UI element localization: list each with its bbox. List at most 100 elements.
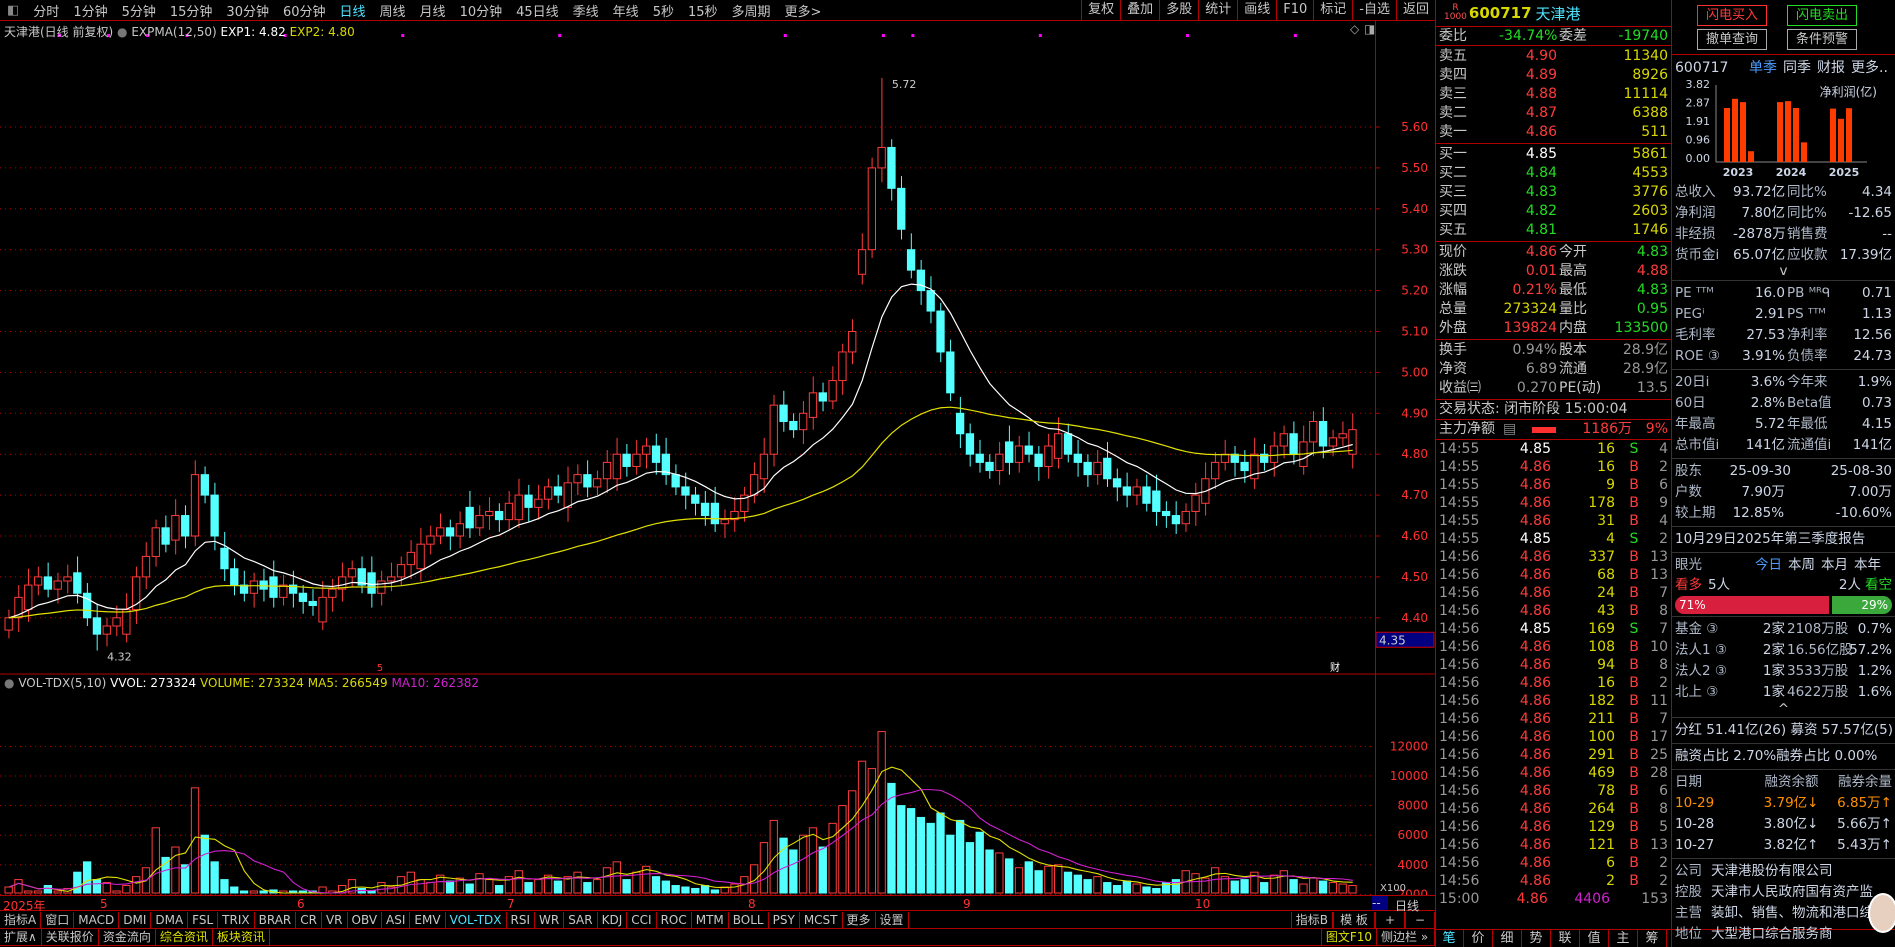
period-tab[interactable]: 60分钟 <box>276 1 333 20</box>
diamond-icon[interactable]: ◇ <box>1350 22 1359 36</box>
collapse-icon[interactable]: ● <box>4 676 14 690</box>
tick-volume: 108 <box>1588 639 1615 655</box>
expand-icon[interactable]: v <box>1780 263 1788 279</box>
period-tab[interactable]: 15秒 <box>681 1 725 20</box>
period-tab[interactable]: 5秒 <box>646 1 681 20</box>
period-tab[interactable]: 1分钟 <box>66 1 114 20</box>
cancel-query-button[interactable]: 撤单查询 <box>1697 29 1767 50</box>
indicator-tab[interactable]: 设置 <box>876 912 909 928</box>
indicator-right-button[interactable]: + <box>1375 912 1405 928</box>
indicator-tab[interactable]: MACD <box>74 912 120 928</box>
mid-tab[interactable]: 主 <box>1609 930 1638 947</box>
kline-chart[interactable]: 5.60 5.50 5.40 5.30 5.20 5.10 5.00 4.90 4.80 4.70… <box>0 21 1435 675</box>
indicator-tab[interactable]: DMA <box>151 912 189 928</box>
volume-chart[interactable]: 12000100008000600040002000X100 <box>0 675 1435 895</box>
indicator-tab[interactable]: EMV <box>410 912 446 928</box>
indicator-tab[interactable]: MTM <box>692 912 729 928</box>
toolbar-button[interactable]: 画线 <box>1237 0 1276 21</box>
period-tab[interactable]: 更多> <box>778 1 829 20</box>
indicator-tab[interactable]: CCI <box>627 912 657 928</box>
panel-toggle-icon[interactable]: ◨ <box>1364 22 1375 36</box>
list-icon[interactable]: ▤ <box>1503 420 1516 439</box>
indicator-tab[interactable]: CR <box>296 912 322 928</box>
mid-tab[interactable]: 价 <box>1464 930 1493 947</box>
toolbar-button[interactable]: 标记 <box>1313 0 1352 21</box>
collapse-icon[interactable]: ^ <box>1778 701 1789 717</box>
period-tab[interactable]: 周线 <box>373 1 413 20</box>
tick-row: 14:56 4.86 24 B 7 <box>1436 584 1671 602</box>
indicator-tab[interactable]: DMI <box>119 912 152 928</box>
collapse-icon[interactable]: ● <box>117 25 127 39</box>
extra-tab[interactable]: 关联报价 <box>42 929 99 945</box>
indicator-name[interactable]: EXPMA(12,50) <box>131 25 216 39</box>
period-tab[interactable]: 15分钟 <box>163 1 220 20</box>
flash-buy-button[interactable]: 闪电买入 <box>1697 5 1767 26</box>
vision-tab[interactable]: 本年 <box>1854 555 1881 576</box>
indicator-tab[interactable]: WR <box>535 912 565 928</box>
side-button[interactable]: 图文F10 <box>1320 929 1377 945</box>
indicator-tab[interactable]: SAR <box>564 912 598 928</box>
indicator-tab[interactable]: RSI <box>507 912 536 928</box>
vision-tab[interactable]: 本月 <box>1821 555 1848 576</box>
toolbar-button[interactable]: 复权 <box>1081 0 1120 21</box>
period-tab[interactable]: 年线 <box>606 1 646 20</box>
indicator-tab[interactable]: 窗口 <box>41 912 75 928</box>
period-tab[interactable]: 5分钟 <box>115 1 163 20</box>
period-tab[interactable]: 月线 <box>413 1 453 20</box>
indicator-tab[interactable]: PSY <box>769 912 800 928</box>
extra-tab[interactable]: 资金流向 <box>99 929 156 945</box>
assistant-avatar[interactable] <box>1868 893 1895 933</box>
mid-tab[interactable]: 细 <box>1493 930 1522 947</box>
extra-tab[interactable]: 板块资讯 <box>213 929 270 945</box>
toolbar-button[interactable]: -自选 <box>1352 0 1396 21</box>
indicator-tab[interactable]: FSL <box>188 912 219 928</box>
period-tab[interactable]: 10分钟 <box>453 1 510 20</box>
fin-tab[interactable]: 单季 <box>1749 58 1777 79</box>
window-toggle-icon[interactable]: ◧ <box>0 3 26 18</box>
mid-tab[interactable]: 值 <box>1580 930 1609 947</box>
tick-list[interactable]: 14:55 4.85 16 S 4 14:55 4.86 16 B 2 14:55 4.86 9 B 6 14… <box>1436 440 1671 908</box>
indicator-tab[interactable]: VOL-TDX <box>446 912 507 928</box>
period-tab[interactable]: 多周期 <box>725 1 778 20</box>
indicator-tab[interactable]: BRAR <box>255 912 297 928</box>
toolbar-button[interactable]: 叠加 <box>1120 0 1159 21</box>
period-tab[interactable]: 季线 <box>566 1 606 20</box>
mid-tab[interactable]: 笔 <box>1435 930 1464 947</box>
indicator-right-button[interactable]: 指标B <box>1290 912 1333 928</box>
toolbar-button[interactable]: F10 <box>1276 0 1313 21</box>
indicator-right-button[interactable]: − <box>1405 912 1435 928</box>
mid-tab[interactable]: 联 <box>1551 930 1580 947</box>
indicator-tab[interactable]: 更多 <box>843 912 876 928</box>
report-link[interactable]: 10月29日2025年第三季度报告 <box>1675 529 1865 550</box>
indicator-right-button[interactable]: 模 板 <box>1333 912 1375 928</box>
fin-tab[interactable]: 同季 <box>1783 58 1811 79</box>
indicator-tab[interactable]: ROC <box>657 912 692 928</box>
flash-sell-button[interactable]: 闪电卖出 <box>1787 5 1857 26</box>
fin-tab[interactable]: 财报 <box>1817 58 1845 79</box>
indicator-tab[interactable]: MCST <box>800 912 843 928</box>
period-tab[interactable]: 45日线 <box>509 1 566 20</box>
side-button[interactable]: 侧边栏 » <box>1377 929 1435 945</box>
toolbar-button[interactable]: 统计 <box>1198 0 1237 21</box>
indicator-tab[interactable]: BOLL <box>729 912 769 928</box>
vision-tab[interactable]: 本周 <box>1788 555 1815 576</box>
indicator-tab[interactable]: 指标A <box>0 912 42 928</box>
toolbar-button[interactable]: 多股 <box>1159 0 1198 21</box>
indicator-tab[interactable]: ASI <box>382 912 411 928</box>
mid-tab[interactable]: 势 <box>1522 930 1551 947</box>
indicator-tab[interactable]: TRIX <box>218 912 255 928</box>
alert-button[interactable]: 条件预警 <box>1787 29 1857 50</box>
mid-tab[interactable]: 筹 <box>1638 930 1667 947</box>
period-tab[interactable]: 30分钟 <box>219 1 276 20</box>
extra-tab[interactable]: 综合资讯 <box>156 929 213 945</box>
indicator-tab[interactable]: OBV <box>348 912 383 928</box>
fin-tab[interactable]: 更多.. <box>1851 58 1888 79</box>
indicator-tab[interactable]: VR <box>322 912 348 928</box>
indicator-tab[interactable]: KDJ <box>598 912 628 928</box>
toolbar-button[interactable]: 返回 <box>1395 0 1435 21</box>
period-tab[interactable]: 分时 <box>26 1 66 20</box>
vision-tab[interactable]: 今日 <box>1755 555 1782 576</box>
vol-indicator-name[interactable]: VOL-TDX(5,10) <box>18 676 106 690</box>
period-tab[interactable]: 日线 <box>333 1 373 20</box>
extra-tab[interactable]: 扩展∧ <box>0 929 42 945</box>
